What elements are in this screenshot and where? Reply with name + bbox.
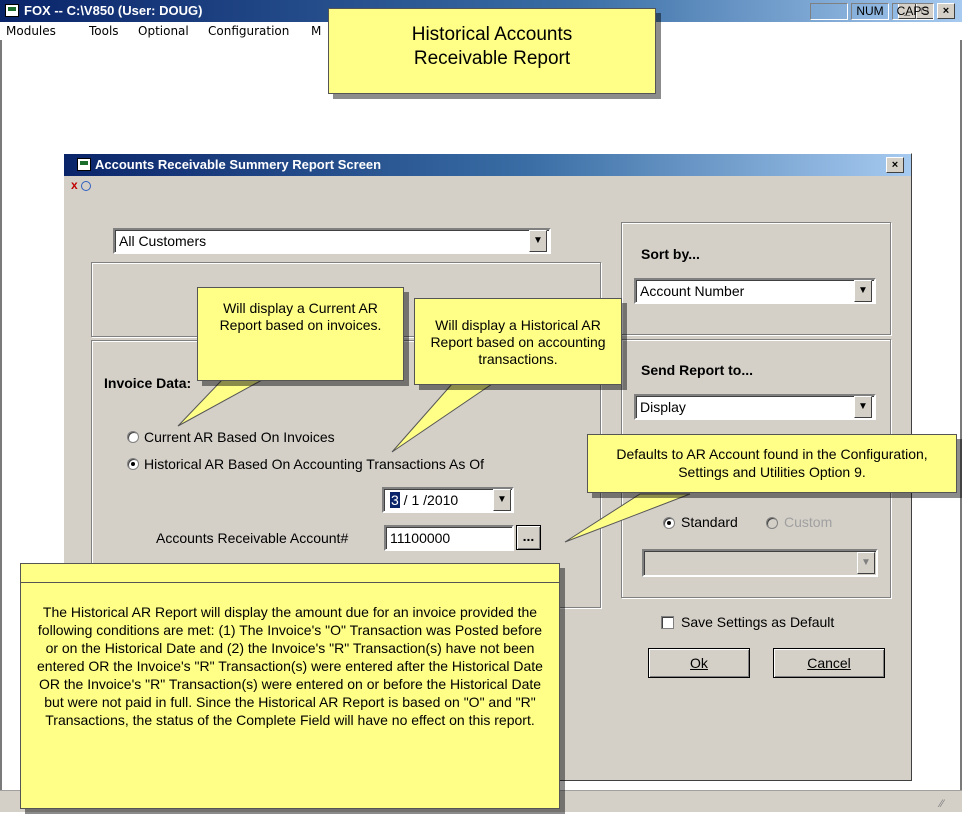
historical-ar-callout: Will display a Historical AR Report base…	[414, 298, 622, 385]
header-callout-text: Historical Accounts Receivable Report	[411, 24, 573, 69]
header-callout: Historical Accounts Receivable Report	[328, 8, 656, 94]
defaults-callout-pointer	[564, 493, 691, 543]
explanation-callout-header-strip	[21, 564, 559, 583]
explanation-callout-text: The Historical AR Report will display th…	[37, 604, 543, 728]
current-ar-callout: Will display a Current AR Report based o…	[197, 287, 404, 381]
current-ar-callout-pointer	[177, 379, 263, 427]
explanation-callout: The Historical AR Report will display th…	[20, 563, 560, 809]
defaults-callout: Defaults to AR Account found in the Conf…	[587, 434, 957, 493]
historical-ar-callout-pointer	[391, 383, 494, 453]
